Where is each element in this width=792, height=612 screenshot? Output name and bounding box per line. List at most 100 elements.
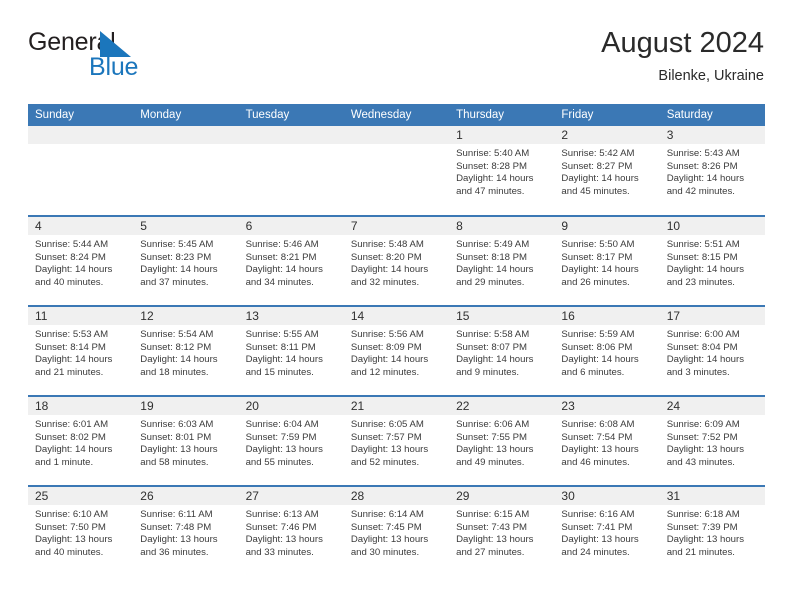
sun-times-info: Sunrise: 5:45 AM Sunset: 8:23 PM Dayligh… [140,239,218,288]
day-number: 13 [238,307,344,325]
weekday-header-monday: Monday [133,104,239,126]
day-number: 3 [659,126,765,144]
calendar-day-cell[interactable]: 14 Sunrise: 5:56 AM Sunset: 8:09 PM Dayli… [343,305,450,396]
calendar-day-cell[interactable]: 21 Sunrise: 6:05 AM Sunset: 7:57 PM Dayli… [343,395,450,486]
calendar-day-cell[interactable]: 31 Sunrise: 6:18 AM Sunset: 7:39 PM Dayli… [659,485,765,576]
sun-times-info [344,144,449,148]
day-number: 28 [343,487,450,505]
day-number: 5 [133,217,239,235]
weekday-header-wednesday: Wednesday [343,104,450,126]
day-number: 17 [659,307,765,325]
calendar-day-cell[interactable]: 1 Sunrise: 5:40 AM Sunset: 8:28 PM Daylig… [449,126,555,216]
calendar-grid: Sunday Monday Tuesday Wednesday Thursday… [28,104,765,576]
sun-times-info: Sunrise: 6:18 AM Sunset: 7:39 PM Dayligh… [666,509,745,558]
location-subtitle: Bilenke, Ukraine [658,68,764,84]
day-number [238,126,344,144]
day-number: 10 [659,217,765,235]
title-block: August 2024 Bilenke, Ukraine [601,24,764,86]
calendar-day-cell[interactable]: 22 Sunrise: 6:06 AM Sunset: 7:55 PM Dayli… [449,395,555,486]
calendar-day-cell[interactable]: 13 Sunrise: 5:55 AM Sunset: 8:11 PM Dayli… [238,305,344,396]
sun-times-info: Sunrise: 5:56 AM Sunset: 8:09 PM Dayligh… [350,329,429,378]
day-number: 22 [449,397,555,415]
sun-times-info: Sunrise: 6:14 AM Sunset: 7:45 PM Dayligh… [350,509,429,558]
day-number: 15 [449,307,555,325]
sun-times-info [28,144,133,148]
sun-times-info: Sunrise: 6:13 AM Sunset: 7:46 PM Dayligh… [245,509,323,558]
sun-times-info: Sunrise: 5:50 AM Sunset: 8:17 PM Dayligh… [561,239,639,288]
day-number: 29 [449,487,555,505]
sun-times-info: Sunrise: 6:01 AM Sunset: 8:02 PM Dayligh… [35,419,113,468]
sun-times-info: Sunrise: 5:53 AM Sunset: 8:14 PM Dayligh… [35,329,113,378]
day-number: 6 [238,217,344,235]
sun-times-info: Sunrise: 5:48 AM Sunset: 8:20 PM Dayligh… [350,239,429,288]
calendar-day-cell-empty [343,126,450,216]
day-number: 24 [659,397,765,415]
calendar-day-cell[interactable]: 12 Sunrise: 5:54 AM Sunset: 8:12 PM Dayli… [133,305,239,396]
sun-times-info: Sunrise: 6:04 AM Sunset: 7:59 PM Dayligh… [245,419,323,468]
sun-times-info: Sunrise: 5:54 AM Sunset: 8:12 PM Dayligh… [140,329,218,378]
logo-text-blue: Blue [89,53,139,81]
day-number: 8 [449,217,555,235]
calendar-day-cell[interactable]: 29 Sunrise: 6:15 AM Sunset: 7:43 PM Dayli… [449,485,555,576]
calendar-day-cell[interactable]: 2 Sunrise: 5:42 AM Sunset: 8:27 PM Daylig… [554,126,660,216]
day-number: 27 [238,487,344,505]
day-number: 31 [659,487,765,505]
weekday-header-thursday: Thursday [449,104,555,126]
sun-times-info: Sunrise: 6:10 AM Sunset: 7:50 PM Dayligh… [35,509,113,558]
calendar-day-cell[interactable]: 11 Sunrise: 5:53 AM Sunset: 8:14 PM Dayli… [28,305,134,396]
weekday-header-saturday: Saturday [659,104,765,126]
day-number: 11 [28,307,134,325]
calendar-day-cell[interactable]: 4 Sunrise: 5:44 AM Sunset: 8:24 PM Daylig… [28,215,134,306]
calendar-day-cell[interactable]: 3 Sunrise: 5:43 AM Sunset: 8:26 PM Daylig… [659,126,765,216]
calendar-day-cell[interactable]: 25 Sunrise: 6:10 AM Sunset: 7:50 PM Dayli… [28,485,134,576]
calendar-day-cell[interactable]: 23 Sunrise: 6:08 AM Sunset: 7:54 PM Dayli… [554,395,660,486]
sun-times-info [133,144,238,148]
day-number: 1 [449,126,555,144]
calendar-body: 1 Sunrise: 5:40 AM Sunset: 8:28 PM Daylig… [28,126,765,576]
calendar-day-cell[interactable]: 15 Sunrise: 5:58 AM Sunset: 8:07 PM Dayli… [449,305,555,396]
day-number: 20 [238,397,344,415]
sun-times-info: Sunrise: 5:43 AM Sunset: 8:26 PM Dayligh… [666,148,745,197]
day-number: 2 [554,126,660,144]
calendar-day-cell[interactable]: 9 Sunrise: 5:50 AM Sunset: 8:17 PM Daylig… [554,215,660,306]
calendar-day-cell[interactable]: 24 Sunrise: 6:09 AM Sunset: 7:52 PM Dayli… [659,395,765,486]
sun-times-info: Sunrise: 6:15 AM Sunset: 7:43 PM Dayligh… [456,509,534,558]
calendar-day-cell[interactable]: 7 Sunrise: 5:48 AM Sunset: 8:20 PM Daylig… [343,215,450,306]
calendar-week-row: 25 Sunrise: 6:10 AM Sunset: 7:50 PM Dayli… [28,485,765,576]
calendar-day-cell[interactable]: 20 Sunrise: 6:04 AM Sunset: 7:59 PM Dayli… [238,395,344,486]
sun-times-info: Sunrise: 6:11 AM Sunset: 7:48 PM Dayligh… [140,509,218,558]
general-blue-logo[interactable]: General Blue [28,28,168,84]
sun-times-info: Sunrise: 5:51 AM Sunset: 8:15 PM Dayligh… [666,239,745,288]
calendar-day-cell[interactable]: 16 Sunrise: 5:59 AM Sunset: 8:06 PM Dayli… [554,305,660,396]
page-header: General Blue August 2024 Bilenke, Ukrain… [28,27,764,90]
calendar-day-cell[interactable]: 28 Sunrise: 6:14 AM Sunset: 7:45 PM Dayli… [343,485,450,576]
sun-times-info: Sunrise: 6:06 AM Sunset: 7:55 PM Dayligh… [456,419,534,468]
day-number: 9 [554,217,660,235]
sun-times-info: Sunrise: 5:46 AM Sunset: 8:21 PM Dayligh… [245,239,323,288]
page-title: August 2024 [601,27,764,59]
calendar-day-cell[interactable]: 5 Sunrise: 5:45 AM Sunset: 8:23 PM Daylig… [133,215,239,306]
calendar-week-row: 11 Sunrise: 5:53 AM Sunset: 8:14 PM Dayli… [28,305,765,396]
calendar-day-cell[interactable]: 10 Sunrise: 5:51 AM Sunset: 8:15 PM Dayli… [659,215,765,306]
calendar-day-cell[interactable]: 26 Sunrise: 6:11 AM Sunset: 7:48 PM Dayli… [133,485,239,576]
sun-times-info: Sunrise: 6:00 AM Sunset: 8:04 PM Dayligh… [666,329,745,378]
calendar-week-row: 1 Sunrise: 5:40 AM Sunset: 8:28 PM Daylig… [28,126,765,216]
calendar-day-cell[interactable]: 18 Sunrise: 6:01 AM Sunset: 8:02 PM Dayli… [28,395,134,486]
weekday-header-row: Sunday Monday Tuesday Wednesday Thursday… [28,104,765,126]
calendar-day-cell[interactable]: 30 Sunrise: 6:16 AM Sunset: 7:41 PM Dayli… [554,485,660,576]
calendar-week-row: 18 Sunrise: 6:01 AM Sunset: 8:02 PM Dayli… [28,395,765,486]
sun-times-info [239,144,344,148]
calendar-day-cell[interactable]: 8 Sunrise: 5:49 AM Sunset: 8:18 PM Daylig… [449,215,555,306]
day-number: 14 [343,307,450,325]
sun-times-info: Sunrise: 6:03 AM Sunset: 8:01 PM Dayligh… [140,419,218,468]
calendar-day-cell[interactable]: 17 Sunrise: 6:00 AM Sunset: 8:04 PM Dayli… [659,305,765,396]
calendar-day-cell[interactable]: 19 Sunrise: 6:03 AM Sunset: 8:01 PM Dayli… [133,395,239,486]
day-number: 16 [554,307,660,325]
day-number: 21 [343,397,450,415]
calendar-day-cell[interactable]: 6 Sunrise: 5:46 AM Sunset: 8:21 PM Daylig… [238,215,344,306]
sun-times-info: Sunrise: 5:55 AM Sunset: 8:11 PM Dayligh… [245,329,323,378]
sun-times-info: Sunrise: 6:16 AM Sunset: 7:41 PM Dayligh… [561,509,639,558]
sun-times-info: Sunrise: 5:49 AM Sunset: 8:18 PM Dayligh… [456,239,534,288]
calendar-day-cell[interactable]: 27 Sunrise: 6:13 AM Sunset: 7:46 PM Dayli… [238,485,344,576]
day-number [133,126,239,144]
